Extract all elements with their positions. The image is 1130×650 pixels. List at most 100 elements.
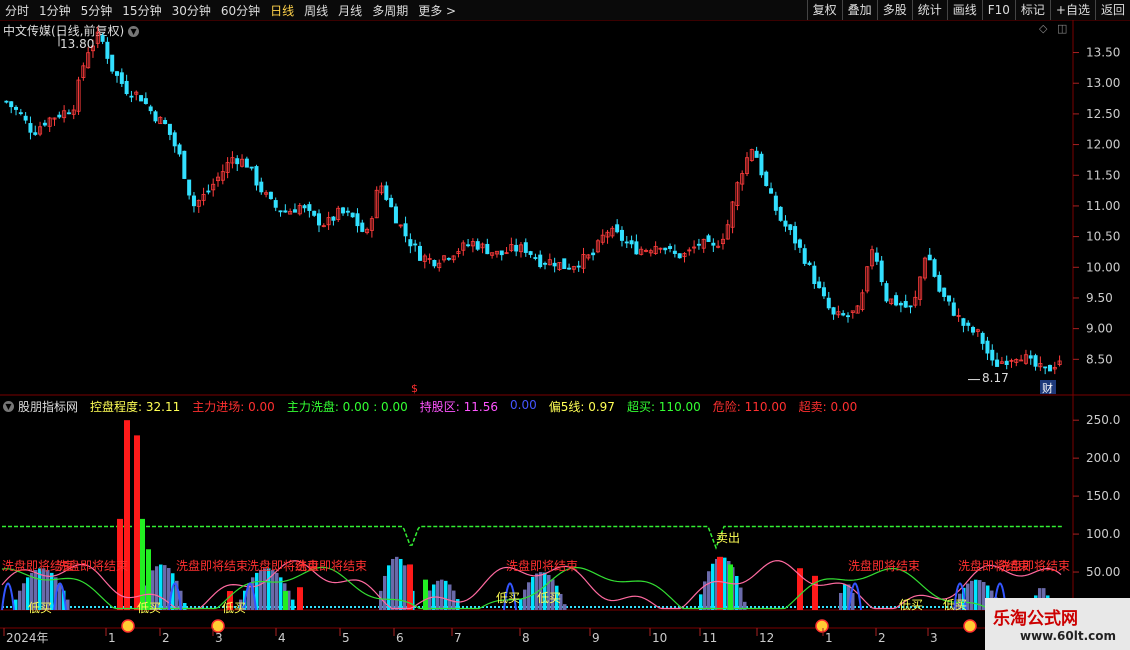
candle-body: [946, 295, 951, 302]
ind-bar: [275, 572, 279, 610]
candle-body: [980, 332, 985, 344]
period-tab-10[interactable]: 更多 >: [413, 2, 461, 19]
candle-body: [167, 123, 172, 135]
candle-body: [514, 244, 519, 252]
action-button-0[interactable]: 复权: [806, 0, 842, 20]
candle-body: [802, 248, 807, 264]
candle-body: [273, 200, 278, 208]
candle-body: [148, 106, 153, 112]
action-button-2[interactable]: 多股: [876, 0, 912, 20]
period-tab-8[interactable]: 月线: [333, 2, 367, 19]
candle-body: [696, 243, 701, 246]
candle-body: [341, 207, 346, 214]
low-buy-label-2: 低买: [222, 601, 246, 615]
candle-body: [769, 188, 774, 194]
event-badge[interactable]: 财: [1042, 381, 1053, 395]
low-buy-label-3: 低买: [496, 591, 520, 605]
time-label-15: 3: [930, 631, 938, 645]
candle-body: [619, 229, 624, 241]
signal-marker-0: [121, 619, 135, 633]
candle-body: [384, 185, 389, 200]
time-label-14: 2: [878, 631, 886, 645]
chart-area[interactable]: 13.5013.0012.5012.0011.5011.0010.5010.00…: [0, 20, 1130, 650]
candle-body: [177, 144, 182, 155]
time-label-11: 11: [702, 631, 717, 645]
action-button-4[interactable]: 画线: [946, 0, 982, 20]
indicator-plot: 洗盘即将结束洗盘即将结束 洗盘即将结束洗盘即将结束洗盘即将结束 洗盘即将结束 洗盘即将…: [1, 420, 1070, 633]
action-button-6[interactable]: 标记: [1014, 0, 1050, 20]
indicator-value-5: 偏5线: 0.97: [548, 399, 615, 414]
candle-body: [879, 260, 884, 283]
candle-body: [995, 359, 1000, 367]
candle-body: [446, 257, 451, 260]
price-tick-label-2: 12.50: [1086, 107, 1120, 121]
period-tab-7[interactable]: 周线: [299, 2, 333, 19]
candle-body: [903, 301, 908, 308]
indicator-value-0: 控盘程度: 32.11: [90, 399, 181, 414]
candle-body: [990, 349, 995, 361]
candle-body: [254, 166, 259, 186]
period-tab-5[interactable]: 60分钟: [216, 2, 265, 19]
candle-body: [485, 243, 490, 255]
action-button-3[interactable]: 统计: [911, 0, 947, 20]
candle-body: [9, 101, 14, 108]
ind-bar: [387, 565, 391, 610]
candle-body: [360, 222, 365, 232]
candle-body: [629, 240, 634, 245]
candle-body: [1043, 366, 1048, 369]
low-buy-label-6: 低买: [943, 598, 967, 612]
indicator-name[interactable]: 股朋指标网: [18, 398, 78, 415]
period-tab-0[interactable]: 分时: [0, 2, 34, 19]
candle-body: [4, 100, 9, 103]
candle-body: [292, 209, 297, 213]
candle-body: [129, 95, 134, 98]
candle-body: [191, 195, 196, 207]
candle-body: [100, 35, 105, 42]
candle-body: [624, 241, 629, 244]
candle-body: [552, 262, 557, 267]
time-label-8: 8: [522, 631, 530, 645]
wash-end-label-5: 洗盘即将结束: [506, 558, 578, 573]
candle-body: [894, 295, 899, 306]
time-label-5: 5: [342, 631, 350, 645]
period-tab-3[interactable]: 15分钟: [117, 2, 166, 19]
price-tick-label-4: 11.50: [1086, 168, 1120, 182]
main-force-bar: [717, 556, 723, 610]
period-tab-6[interactable]: 日线: [265, 2, 299, 19]
indicator-value-3: 持股区: 11.56: [419, 399, 498, 414]
candles: [4, 26, 1062, 381]
ind-tick-label-0: 250.0: [1086, 413, 1120, 427]
candle-body: [403, 223, 408, 237]
action-button-1[interactable]: 叠加: [841, 0, 877, 20]
period-tab-2[interactable]: 5分钟: [76, 2, 118, 19]
candle-body: [115, 71, 120, 76]
candle-body: [302, 205, 307, 209]
candle-body: [538, 254, 543, 268]
candle-body: [312, 210, 317, 216]
candle-body: [23, 115, 28, 121]
period-tab-9[interactable]: 多周期: [367, 2, 413, 19]
ind-bar: [711, 563, 715, 610]
action-button-7[interactable]: +自选: [1049, 0, 1095, 20]
candle-body: [672, 250, 677, 254]
candle-body: [908, 305, 913, 308]
period-tab-1[interactable]: 1分钟: [34, 2, 76, 19]
period-low-label: 8.17: [982, 371, 1009, 385]
period-tab-4[interactable]: 30分钟: [167, 2, 216, 19]
ind-tick-label-1: 200.0: [1086, 451, 1120, 465]
candle-body: [788, 224, 793, 231]
ind-bar: [403, 565, 407, 610]
action-button-5[interactable]: F10: [981, 0, 1015, 20]
action-button-8[interactable]: 返回: [1094, 0, 1130, 20]
ind-bar: [399, 558, 403, 610]
indicator-value-2: 主力洗盘: 0.00 : 0.00: [286, 399, 408, 414]
candle-body: [874, 252, 879, 262]
ind-tick-label-2: 150.0: [1086, 489, 1120, 503]
candle-body: [764, 171, 769, 186]
candle-body: [711, 242, 716, 246]
candle-body: [355, 213, 360, 227]
ind-bar: [699, 594, 703, 610]
chevron-down-icon[interactable]: ▼: [3, 400, 14, 412]
candle-body: [966, 322, 971, 326]
candle-body: [961, 318, 966, 326]
